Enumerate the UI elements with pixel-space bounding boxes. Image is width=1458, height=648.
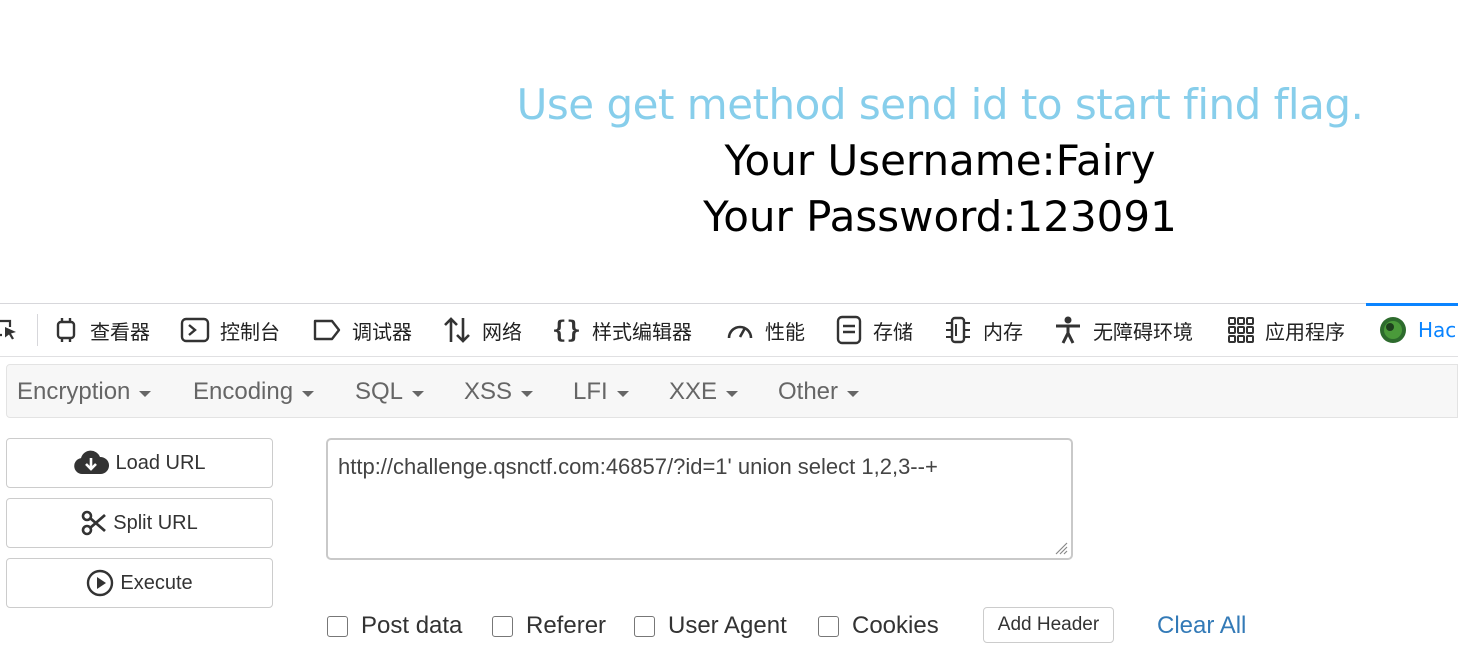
- tab-label: 控制台: [220, 319, 280, 344]
- scissors-icon: [81, 510, 107, 536]
- referer-option[interactable]: Referer: [492, 606, 606, 646]
- username-line: Your Username:Fairy: [724, 136, 1156, 185]
- load-url-button[interactable]: Load URL: [6, 438, 273, 488]
- tab-label: 网络: [482, 319, 522, 344]
- accessibility-icon: [1056, 316, 1080, 344]
- execute-button[interactable]: Execute: [6, 558, 273, 608]
- memory-icon: [946, 316, 970, 344]
- tab-memory[interactable]: 内存: [943, 304, 1023, 356]
- tab-style-editor[interactable]: {} 样式编辑器: [552, 304, 692, 356]
- tab-debugger[interactable]: 调试器: [312, 304, 412, 356]
- menu-xxe[interactable]: XXE: [669, 365, 739, 419]
- tab-label: 应用程序: [1265, 319, 1345, 344]
- console-icon: [180, 317, 210, 343]
- referer-checkbox[interactable]: [492, 615, 513, 637]
- storage-icon: [836, 315, 862, 345]
- add-header-button[interactable]: Add Header: [983, 607, 1114, 643]
- tab-label: 性能: [765, 319, 805, 344]
- tab-label: 样式编辑器: [592, 319, 692, 344]
- caret-down-icon: [139, 390, 152, 397]
- menu-xss[interactable]: XSS: [464, 365, 534, 419]
- tab-accessibility[interactable]: 无障碍环境: [1053, 304, 1193, 356]
- split-url-button[interactable]: Split URL: [6, 498, 273, 548]
- play-circle-icon: [87, 569, 114, 597]
- tab-hackbar[interactable]: Hac: [1378, 304, 1456, 356]
- post-data-checkbox[interactable]: [327, 615, 348, 637]
- caret-down-icon: [412, 390, 425, 397]
- pick-element-icon: [0, 319, 16, 340]
- tab-application[interactable]: 应用程序: [1227, 304, 1345, 356]
- tab-label: 无障碍环境: [1093, 319, 1193, 344]
- user-agent-option[interactable]: User Agent: [634, 606, 787, 646]
- menu-sql[interactable]: SQL: [355, 365, 425, 419]
- caret-down-icon: [302, 390, 315, 397]
- network-icon: [444, 317, 470, 343]
- tab-label: 调试器: [352, 319, 412, 344]
- hint-message: Use get method send id to start find fla…: [516, 80, 1364, 129]
- tab-performance[interactable]: 性能: [725, 304, 805, 356]
- tab-network[interactable]: 网络: [442, 304, 522, 356]
- tab-label: Hac: [1418, 318, 1457, 342]
- debugger-icon: [313, 319, 341, 341]
- tab-label: 内存: [983, 319, 1023, 344]
- application-icon: [1228, 317, 1254, 343]
- inspector-icon: [56, 318, 76, 342]
- menu-encoding[interactable]: Encoding: [193, 365, 315, 419]
- user-agent-checkbox[interactable]: [634, 615, 655, 637]
- menu-lfi[interactable]: LFI: [573, 365, 629, 419]
- cookies-checkbox[interactable]: [818, 615, 839, 637]
- caret-down-icon: [726, 390, 739, 397]
- post-data-option[interactable]: Post data: [327, 606, 462, 646]
- caret-down-icon: [521, 390, 534, 397]
- url-textarea[interactable]: http://challenge.qsnctf.com:46857/?id=1'…: [326, 438, 1073, 560]
- url-value: http://challenge.qsnctf.com:46857/?id=1'…: [338, 454, 938, 479]
- tab-label: 存储: [873, 319, 913, 344]
- clear-all-link[interactable]: Clear All: [1157, 606, 1246, 646]
- menu-other[interactable]: Other: [778, 365, 860, 419]
- toolbar-separator: [37, 314, 38, 346]
- pick-element-button[interactable]: [0, 304, 30, 356]
- tab-storage[interactable]: 存储: [835, 304, 913, 356]
- performance-icon: [727, 325, 753, 339]
- page-content: Use get method send id to start find fla…: [0, 0, 1458, 300]
- cloud-download-icon: [74, 450, 110, 474]
- tab-inspector[interactable]: 查看器: [52, 304, 150, 356]
- hackbar-menu: Encryption Encoding SQL XSS LFI XXE Othe…: [6, 364, 1458, 418]
- caret-down-icon: [616, 390, 629, 397]
- caret-down-icon: [847, 390, 860, 397]
- menu-encryption[interactable]: Encryption: [17, 365, 152, 419]
- tab-console[interactable]: 控制台: [180, 304, 280, 356]
- resize-grip-icon[interactable]: [1052, 539, 1068, 555]
- password-line: Your Password:123091: [703, 192, 1177, 241]
- hackbar-icon: [1380, 317, 1406, 343]
- svg-text:{}: {}: [552, 316, 581, 344]
- tab-label: 查看器: [90, 319, 150, 344]
- style-editor-icon: {}: [552, 316, 581, 344]
- devtools-toolbar: 查看器 控制台 调试器 网络 {} 样式编辑器 性能 存储 内存 无障碍环境 应…: [0, 303, 1458, 357]
- cookies-option[interactable]: Cookies: [818, 606, 939, 646]
